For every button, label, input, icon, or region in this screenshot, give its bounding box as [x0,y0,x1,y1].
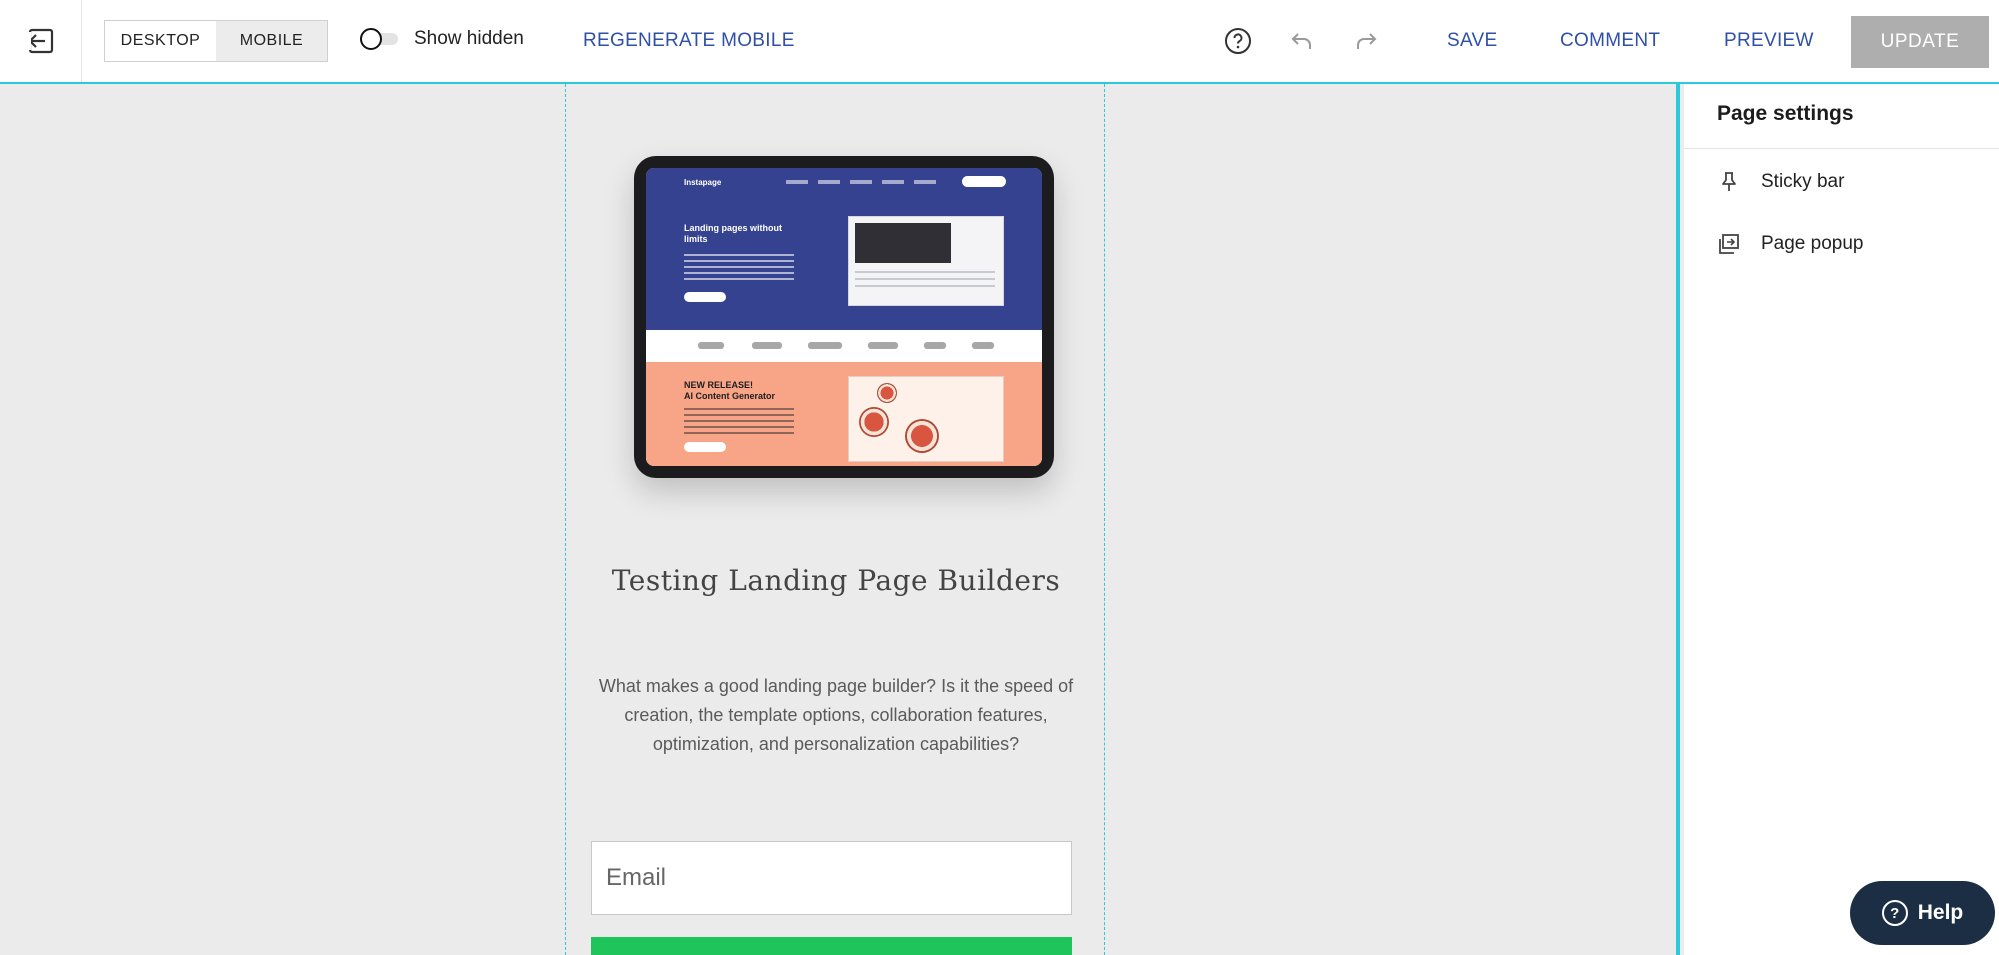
editor-canvas: Instapage Landing pages without limits N… [0,84,1680,955]
toggle-switch[interactable] [358,26,404,52]
pin-icon [1717,170,1741,194]
panel-divider [1684,148,1999,149]
mockup-brand: Instapage [684,178,722,187]
comment-button[interactable]: COMMENT [1560,30,1660,52]
page-description[interactable]: What makes a good landing page builder? … [594,672,1078,759]
tablet-mockup-image[interactable]: Instapage Landing pages without limits N… [634,156,1054,478]
help-button[interactable]: ? Help [1850,881,1995,945]
mockup-release-heading: NEW RELEASE! [684,380,754,390]
tablet-screen: Instapage Landing pages without limits N… [646,168,1042,466]
panel-title: Page settings [1717,102,1854,125]
update-button[interactable]: UPDATE [1851,16,1989,68]
regenerate-mobile-button[interactable]: REGENERATE MOBILE [583,30,795,52]
popup-icon [1717,232,1741,256]
mockup-logo-strip [646,330,1042,362]
show-hidden-label: Show hidden [414,28,524,49]
help-label: Help [1917,901,1964,924]
help-icon: ? [1881,900,1908,926]
page-popup-item[interactable]: Page popup [1717,232,1864,256]
mockup-release-subheading: AI Content Generator [684,391,776,401]
mockup-hero-heading: Landing pages without limits [684,223,782,244]
top-toolbar: DESKTOP MOBILE Show hidden REGENERATE MO… [0,0,1999,84]
sticky-bar-label: Sticky bar [1761,171,1845,192]
save-button[interactable]: SAVE [1447,30,1497,52]
redo-icon[interactable] [1350,25,1382,57]
exit-icon [27,28,53,54]
editor-app: DESKTOP MOBILE Show hidden REGENERATE MO… [0,0,1999,955]
desktop-view-button[interactable]: DESKTOP [105,21,216,61]
submit-button[interactable] [591,937,1072,955]
page-popup-label: Page popup [1761,233,1864,254]
show-hidden-toggle[interactable]: Show hidden [358,26,524,52]
email-field[interactable] [591,841,1072,915]
page-headline[interactable]: Testing Landing Page Builders [566,564,1106,597]
undo-icon[interactable] [1286,25,1318,57]
page-settings-panel: Page settings Sticky bar Page popup [1684,84,1999,955]
exit-editor-button[interactable] [0,0,82,82]
view-toggle: DESKTOP MOBILE [104,20,328,62]
preview-button[interactable]: PREVIEW [1724,30,1814,52]
help-circle-icon[interactable] [1222,25,1254,57]
sticky-bar-item[interactable]: Sticky bar [1717,170,1844,194]
mobile-view-button[interactable]: MOBILE [216,21,327,61]
mobile-page-frame: Instapage Landing pages without limits N… [565,84,1105,955]
